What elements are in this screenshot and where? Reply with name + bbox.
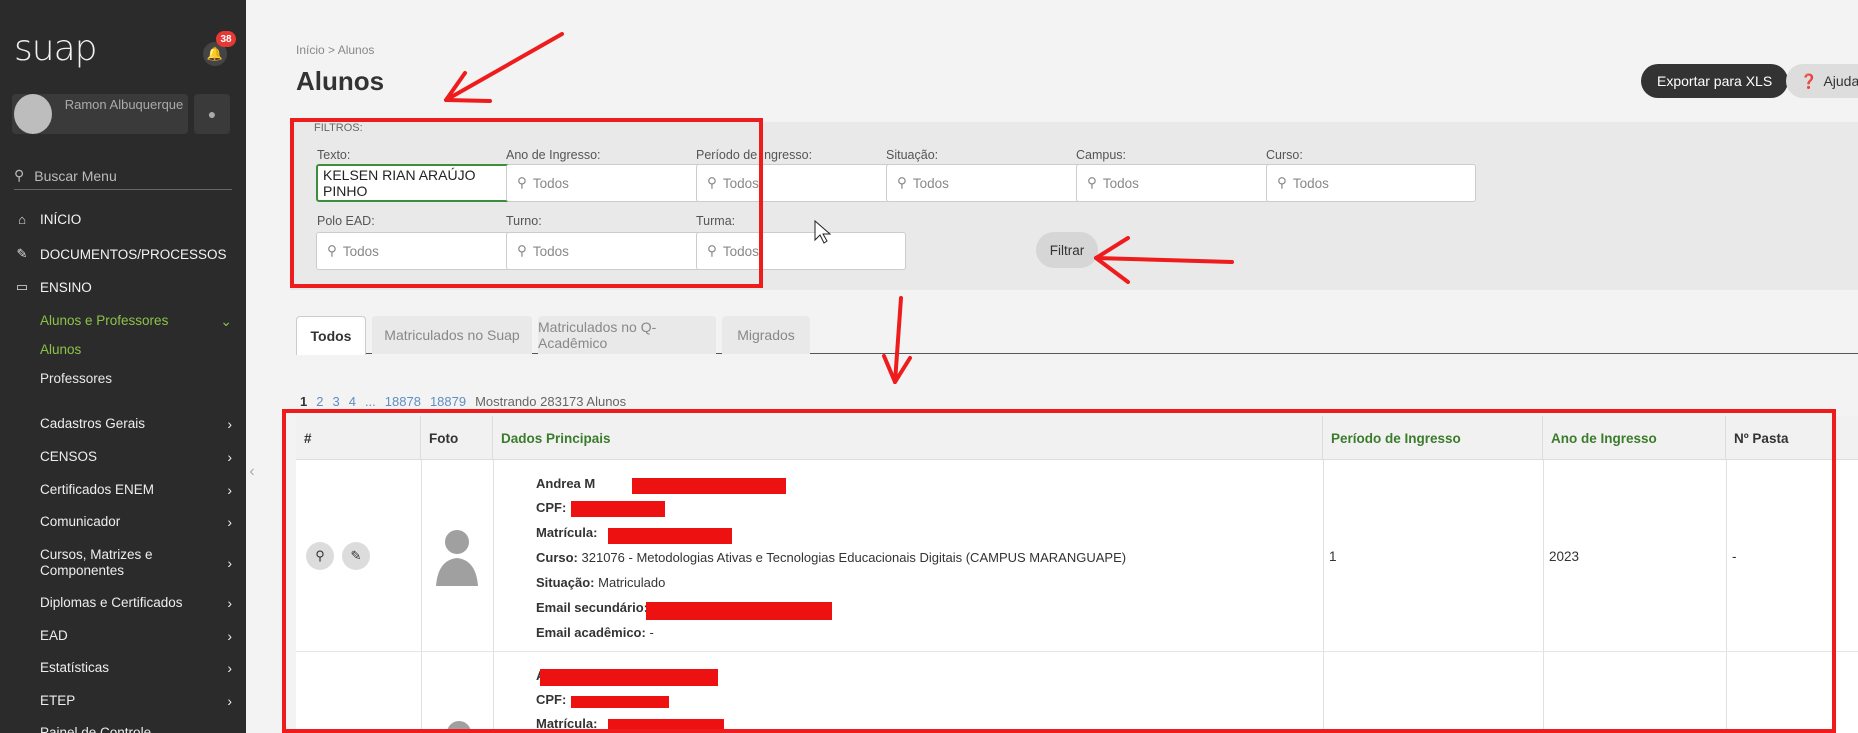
annotation-arrows: [444, 32, 1234, 384]
mouse-cursor-icon: [814, 219, 832, 244]
arrow-to-text-filter: [444, 32, 564, 102]
arrow-to-results: [893, 296, 903, 384]
arrow-to-filtrar: [1094, 256, 1234, 264]
